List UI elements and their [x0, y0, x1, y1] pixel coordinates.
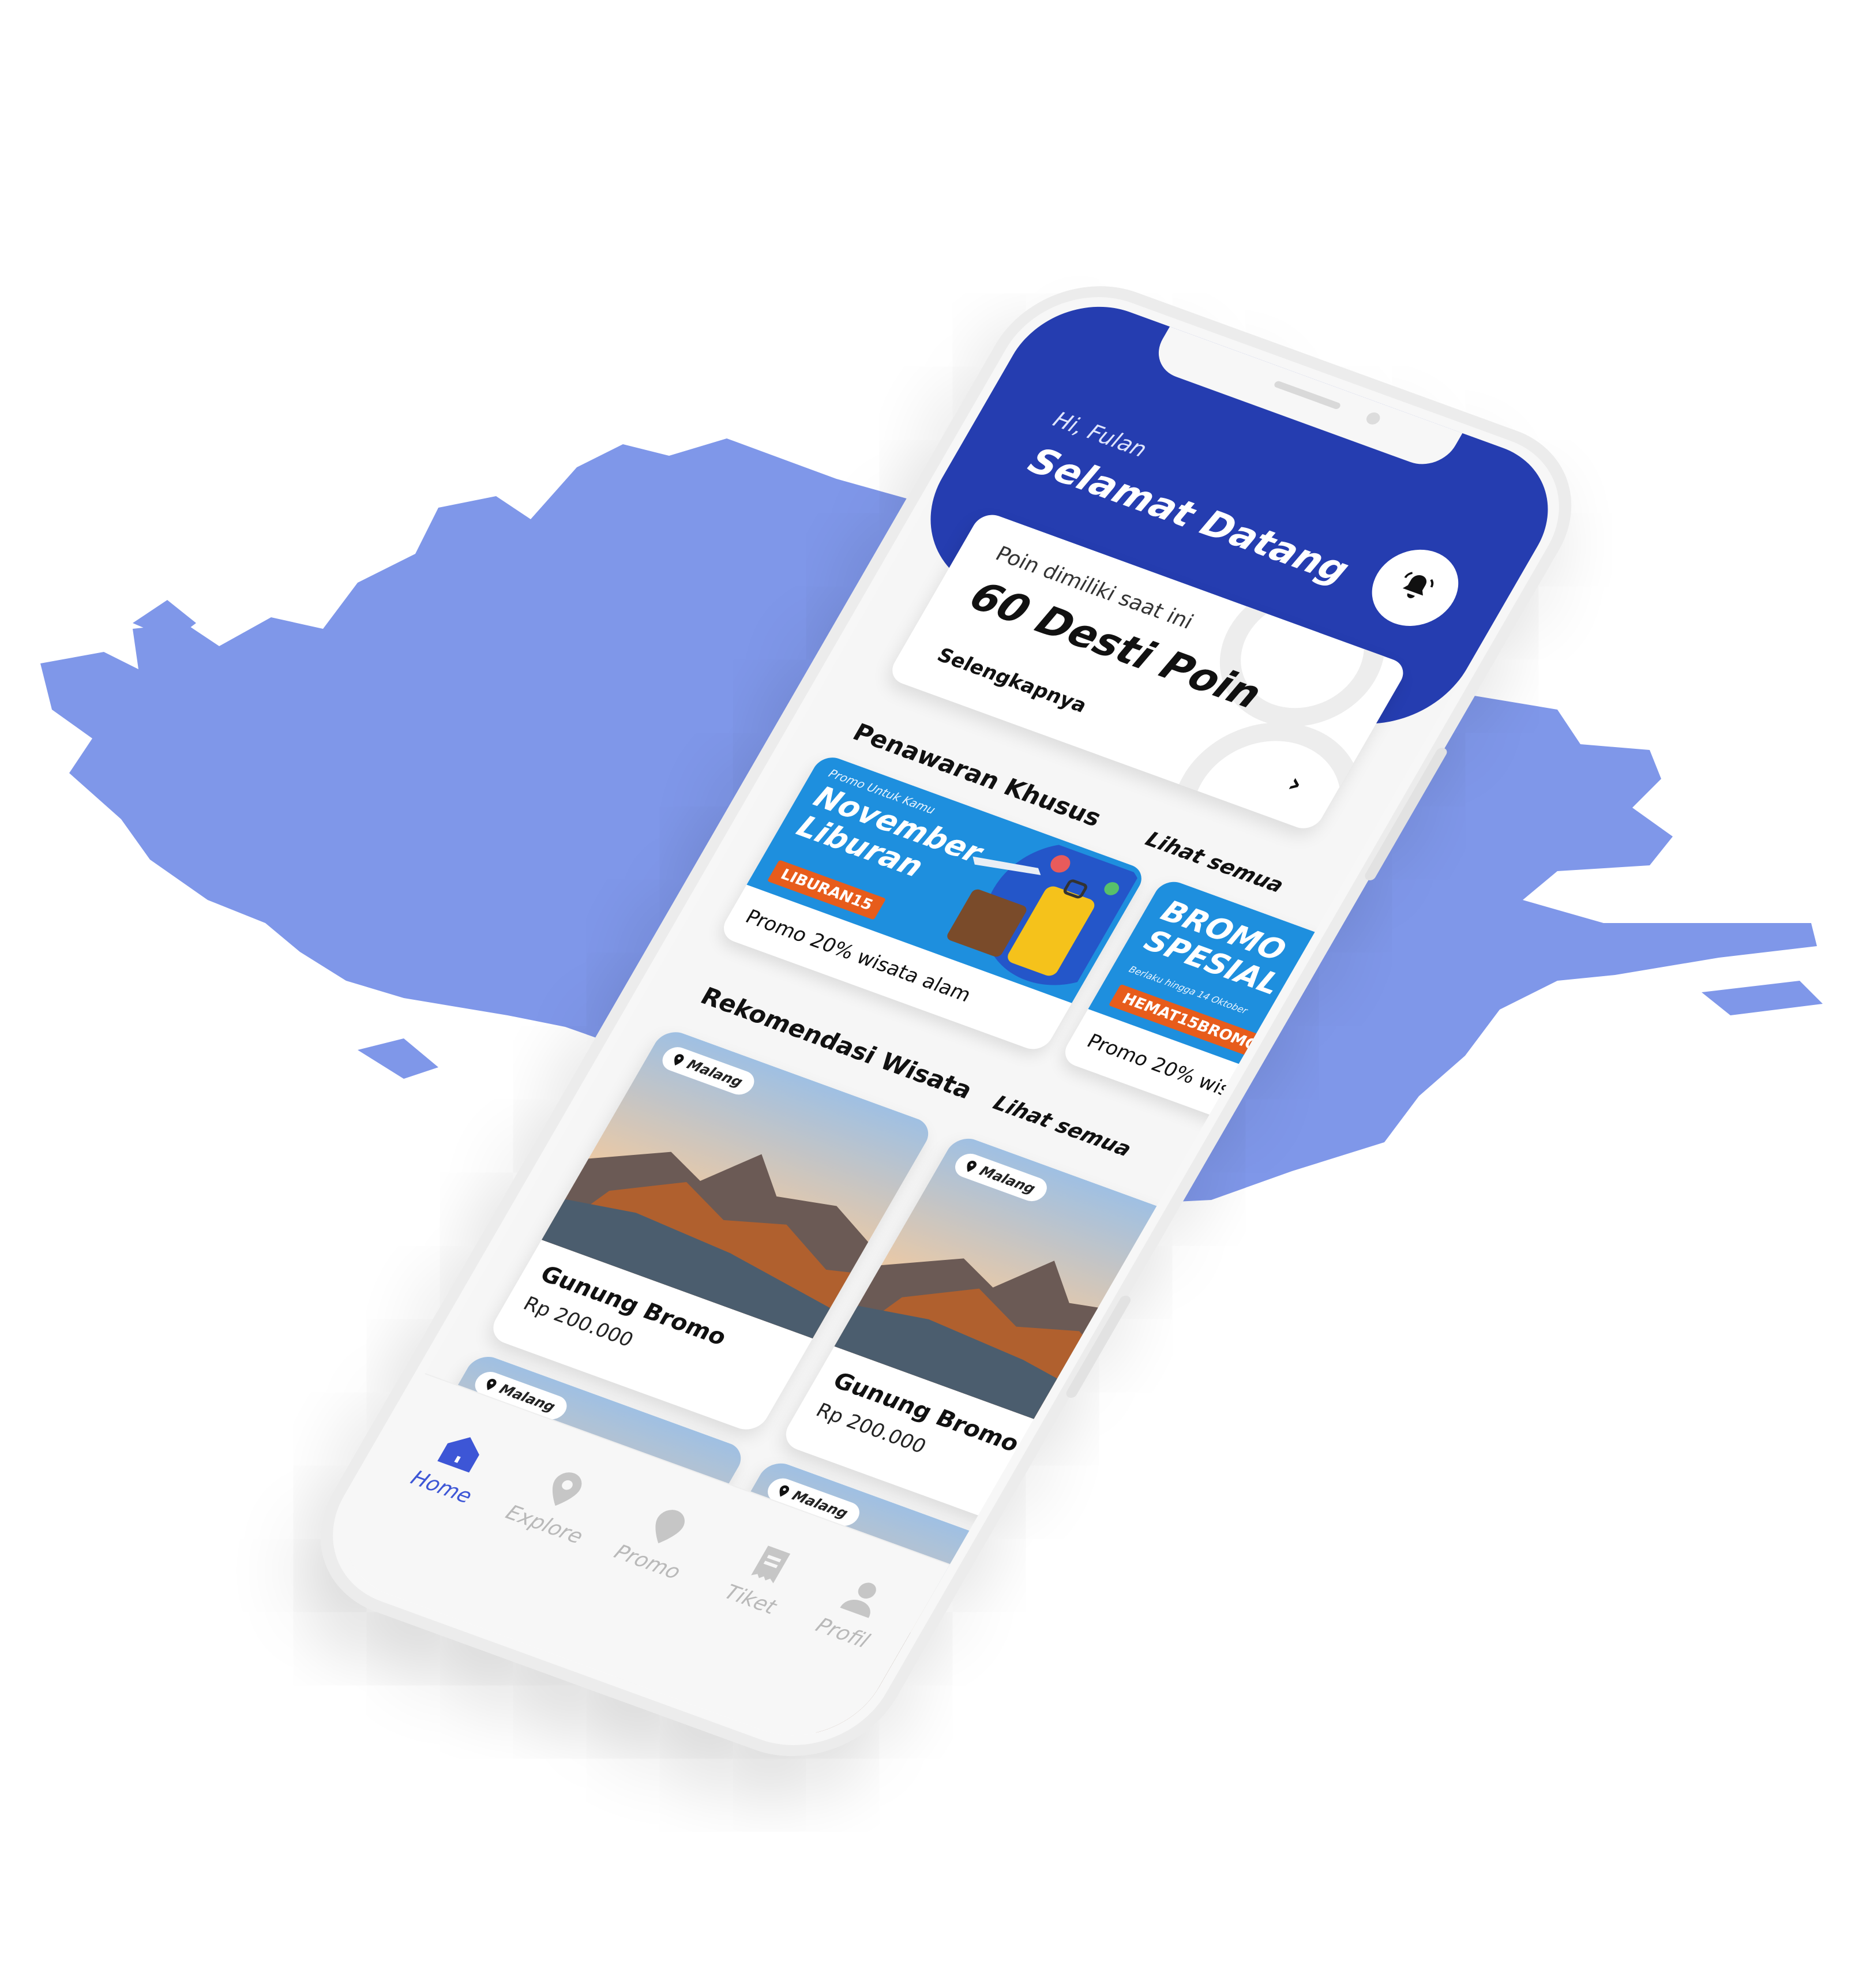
promo-code-badge: LIBURAN15: [767, 860, 887, 920]
tab-promo-label: Promo: [610, 1540, 685, 1584]
tab-explore-label: Explore: [501, 1501, 588, 1549]
map-pin-icon: [967, 1161, 977, 1172]
tab-ticket-label: Tiket: [720, 1580, 781, 1619]
tab-profile-label: Profil: [812, 1614, 874, 1653]
location-pin-icon: [553, 1472, 582, 1506]
promo-tag-icon: [655, 1510, 685, 1544]
bell-icon: [1402, 572, 1434, 598]
promo-banner: Promo Untuk Kamu November Liburan LIBURA…: [746, 752, 1148, 1003]
tab-home-label: Home: [406, 1466, 476, 1509]
user-icon: [840, 1582, 876, 1618]
map-pin-icon: [487, 1379, 497, 1390]
front-camera: [1364, 410, 1383, 426]
ticket-icon: [751, 1546, 791, 1584]
home-icon: [437, 1437, 479, 1473]
tab-explore[interactable]: Explore: [492, 1455, 621, 1552]
recommendations-see-all-link[interactable]: Lihat semua: [989, 1091, 1136, 1161]
tab-home[interactable]: Home: [389, 1417, 518, 1514]
tab-promo[interactable]: Promo: [595, 1492, 724, 1589]
points-more-link[interactable]: Selengkapnya: [933, 644, 1091, 718]
map-pin-icon: [779, 1485, 790, 1497]
map-pin-icon: [674, 1054, 684, 1066]
